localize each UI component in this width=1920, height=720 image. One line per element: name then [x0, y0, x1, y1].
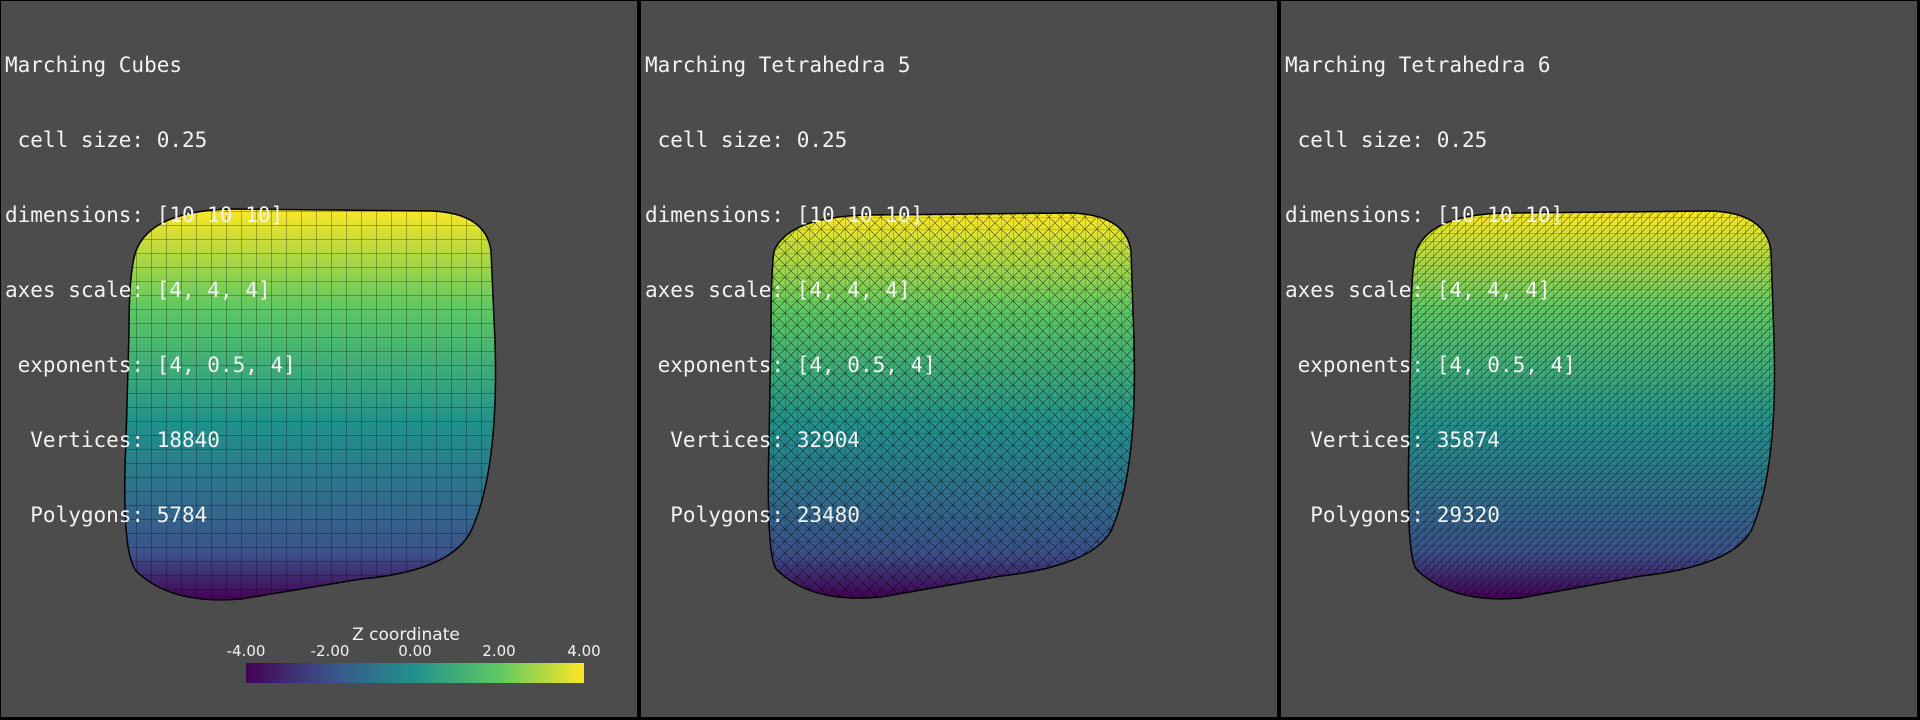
- dimensions-label: dimensions: [10 10 10]: [5, 203, 284, 227]
- panel-title: Marching Tetrahedra 6: [1285, 53, 1551, 77]
- cell-size-label: cell size: 0.25: [645, 128, 848, 152]
- cell-size-label: cell size: 0.25: [5, 128, 208, 152]
- polygons-count: Polygons: 23480: [645, 503, 860, 527]
- vertices-count: Vertices: 32904: [645, 428, 860, 452]
- cell-size-label: cell size: 0.25: [1285, 128, 1488, 152]
- dimensions-label: dimensions: [10 10 10]: [645, 203, 924, 227]
- colorbar-tick: 2.00: [482, 642, 516, 660]
- scalar-colorbar: Z coordinate -4.00 -2.00 0.00 2.00 4.00: [216, 625, 601, 685]
- polygons-count: Polygons: 5784: [5, 503, 208, 527]
- colorbar-tick: -4.00: [226, 642, 266, 660]
- info-text: Marching Cubes cell size: 0.25 dimension…: [5, 3, 296, 578]
- dimensions-label: dimensions: [10 10 10]: [1285, 203, 1564, 227]
- info-text: Marching Tetrahedra 5 cell size: 0.25 di…: [645, 3, 936, 578]
- info-text: Marching Tetrahedra 6 cell size: 0.25 di…: [1285, 3, 1576, 578]
- panel-title: Marching Tetrahedra 5: [645, 53, 911, 77]
- colorbar-tick: -2.00: [310, 642, 350, 660]
- colorbar-gradient: [246, 663, 584, 683]
- exponents-label: exponents: [4, 0.5, 4]: [5, 353, 296, 377]
- axes-scale-label: axes scale: [4, 4, 4]: [5, 278, 271, 302]
- viewport-marching-tetrahedra-6[interactable]: Marching Tetrahedra 6 cell size: 0.25 di…: [1280, 0, 1918, 718]
- colorbar-tick: 0.00: [398, 642, 432, 660]
- exponents-label: exponents: [4, 0.5, 4]: [645, 353, 936, 377]
- axes-scale-label: axes scale: [4, 4, 4]: [1285, 278, 1551, 302]
- panel-title: Marching Cubes: [5, 53, 183, 77]
- colorbar-tick: 4.00: [567, 642, 601, 660]
- polygons-count: Polygons: 29320: [1285, 503, 1500, 527]
- axes-scale-label: axes scale: [4, 4, 4]: [645, 278, 911, 302]
- exponents-label: exponents: [4, 0.5, 4]: [1285, 353, 1576, 377]
- vertices-count: Vertices: 35874: [1285, 428, 1500, 452]
- vertices-count: Vertices: 18840: [5, 428, 220, 452]
- viewport-marching-tetrahedra-5[interactable]: Marching Tetrahedra 5 cell size: 0.25 di…: [640, 0, 1278, 718]
- viewport-marching-cubes[interactable]: Marching Cubes cell size: 0.25 dimension…: [0, 0, 638, 718]
